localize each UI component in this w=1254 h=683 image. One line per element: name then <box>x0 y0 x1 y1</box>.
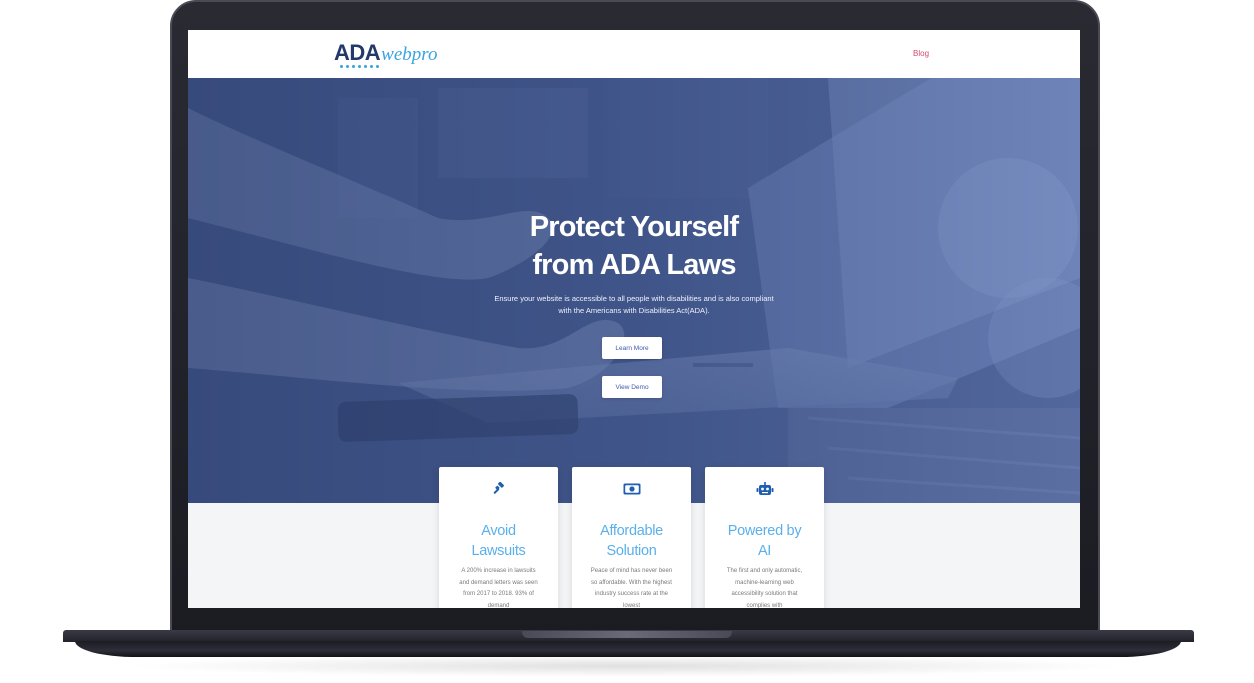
hero-subtitle: Ensure your website is accessible to all… <box>494 294 774 315</box>
laptop-screen: ADA webpro Blog Protect Yourself from AD… <box>188 30 1080 608</box>
feature-text: A 200% increase in lawsuits and demand l… <box>459 568 538 608</box>
feature-text: The first and only automatic, machine-le… <box>726 568 803 608</box>
feature-title: Powered by AI <box>727 523 802 559</box>
money-bill-icon <box>572 481 691 497</box>
view-demo-button[interactable]: View Demo <box>602 376 662 398</box>
gavel-icon <box>439 481 558 497</box>
logo-main-text: ADA <box>334 40 381 65</box>
site-navbar: ADA webpro Blog <box>188 30 1080 78</box>
hero-title-line2: from ADA Laws <box>532 249 736 281</box>
robot-icon <box>705 481 824 497</box>
hero-section: Protect Yourself from ADA Laws Ensure yo… <box>188 78 1080 503</box>
laptop-hinge-notch <box>522 631 732 638</box>
laptop-base-lower <box>75 641 1181 657</box>
hero-title-line1: Protect Yourself <box>529 211 739 243</box>
hero-title: Protect Yourself from ADA Laws <box>434 208 834 284</box>
laptop-shadow <box>120 655 1130 677</box>
nav-link-blog[interactable]: Blog <box>913 49 929 58</box>
feature-text: Peace of mind has never been so affordab… <box>590 568 673 608</box>
logo-sub-text: webpro <box>381 44 438 65</box>
site-logo[interactable]: ADA webpro <box>334 40 437 68</box>
learn-more-button[interactable]: Learn More <box>602 337 662 359</box>
feature-title: Avoid Lawsuits <box>471 523 526 559</box>
feature-card-powered-by-ai: Powered by AI The first and only automat… <box>705 467 824 608</box>
feature-card-avoid-lawsuits: Avoid Lawsuits A 200% increase in lawsui… <box>439 467 558 608</box>
logo-dots <box>340 65 379 68</box>
feature-card-affordable-solution: Affordable Solution Peace of mind has ne… <box>572 467 691 608</box>
hero-color-overlay <box>188 78 1080 503</box>
feature-title: Affordable Solution <box>600 523 663 559</box>
